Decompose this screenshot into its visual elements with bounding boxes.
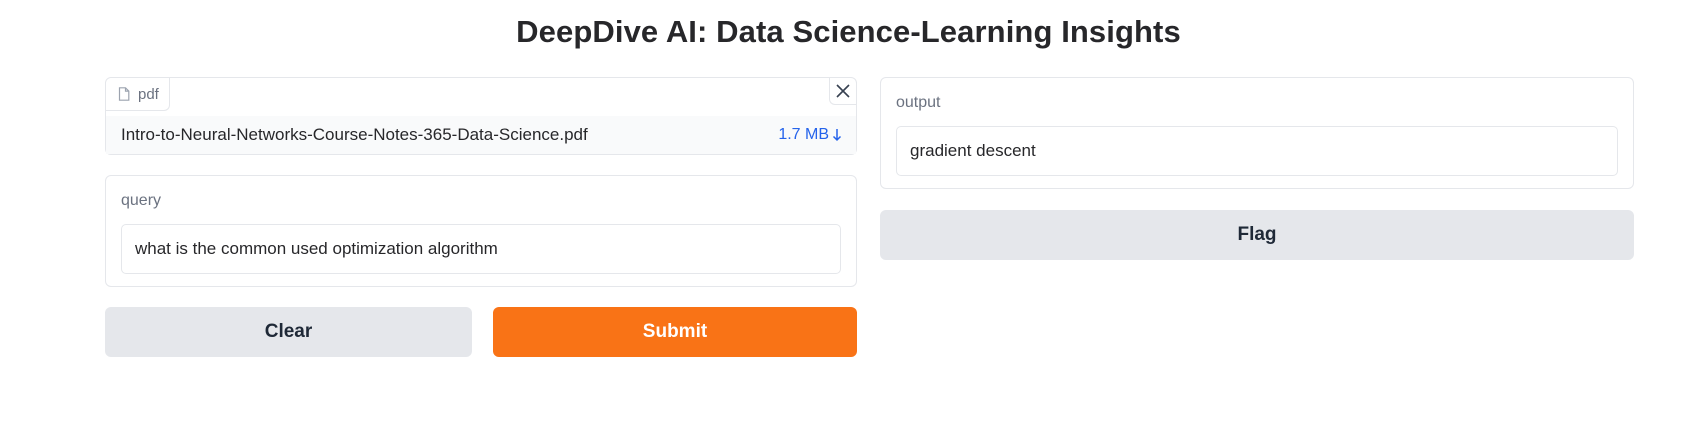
uploaded-file-row: Intro-to-Neural-Networks-Course-Notes-36… xyxy=(106,116,856,154)
file-name: Intro-to-Neural-Networks-Course-Notes-36… xyxy=(121,125,588,144)
download-file-link[interactable]: 1.7 MB xyxy=(778,126,842,144)
submit-button[interactable]: Submit xyxy=(493,307,857,357)
clear-button[interactable]: Clear xyxy=(105,307,472,357)
page-title: DeepDive AI: Data Science-Learning Insig… xyxy=(516,14,1181,49)
close-icon[interactable] xyxy=(836,84,850,98)
output-textbox[interactable]: gradient descent xyxy=(896,126,1618,176)
file-size[interactable]: 1.7 MB xyxy=(778,126,829,144)
download-icon[interactable] xyxy=(832,128,842,142)
file-icon xyxy=(118,87,130,101)
file-type-tab: pdf xyxy=(106,78,170,111)
flag-button[interactable]: Flag xyxy=(880,210,1634,260)
output-label: output xyxy=(896,94,941,111)
file-type-label: pdf xyxy=(138,85,159,103)
query-block: query what is the common used optimizati… xyxy=(105,175,857,287)
query-input[interactable]: what is the common used optimization alg… xyxy=(121,224,841,274)
query-label: query xyxy=(121,192,162,209)
clear-file-button[interactable] xyxy=(829,78,856,105)
output-block: output gradient descent xyxy=(880,77,1634,189)
query-value[interactable]: what is the common used optimization alg… xyxy=(135,239,498,259)
file-upload-block: pdf Intro-to-Neural-Networks-Course-Note… xyxy=(105,77,857,155)
output-value[interactable]: gradient descent xyxy=(910,141,1036,161)
